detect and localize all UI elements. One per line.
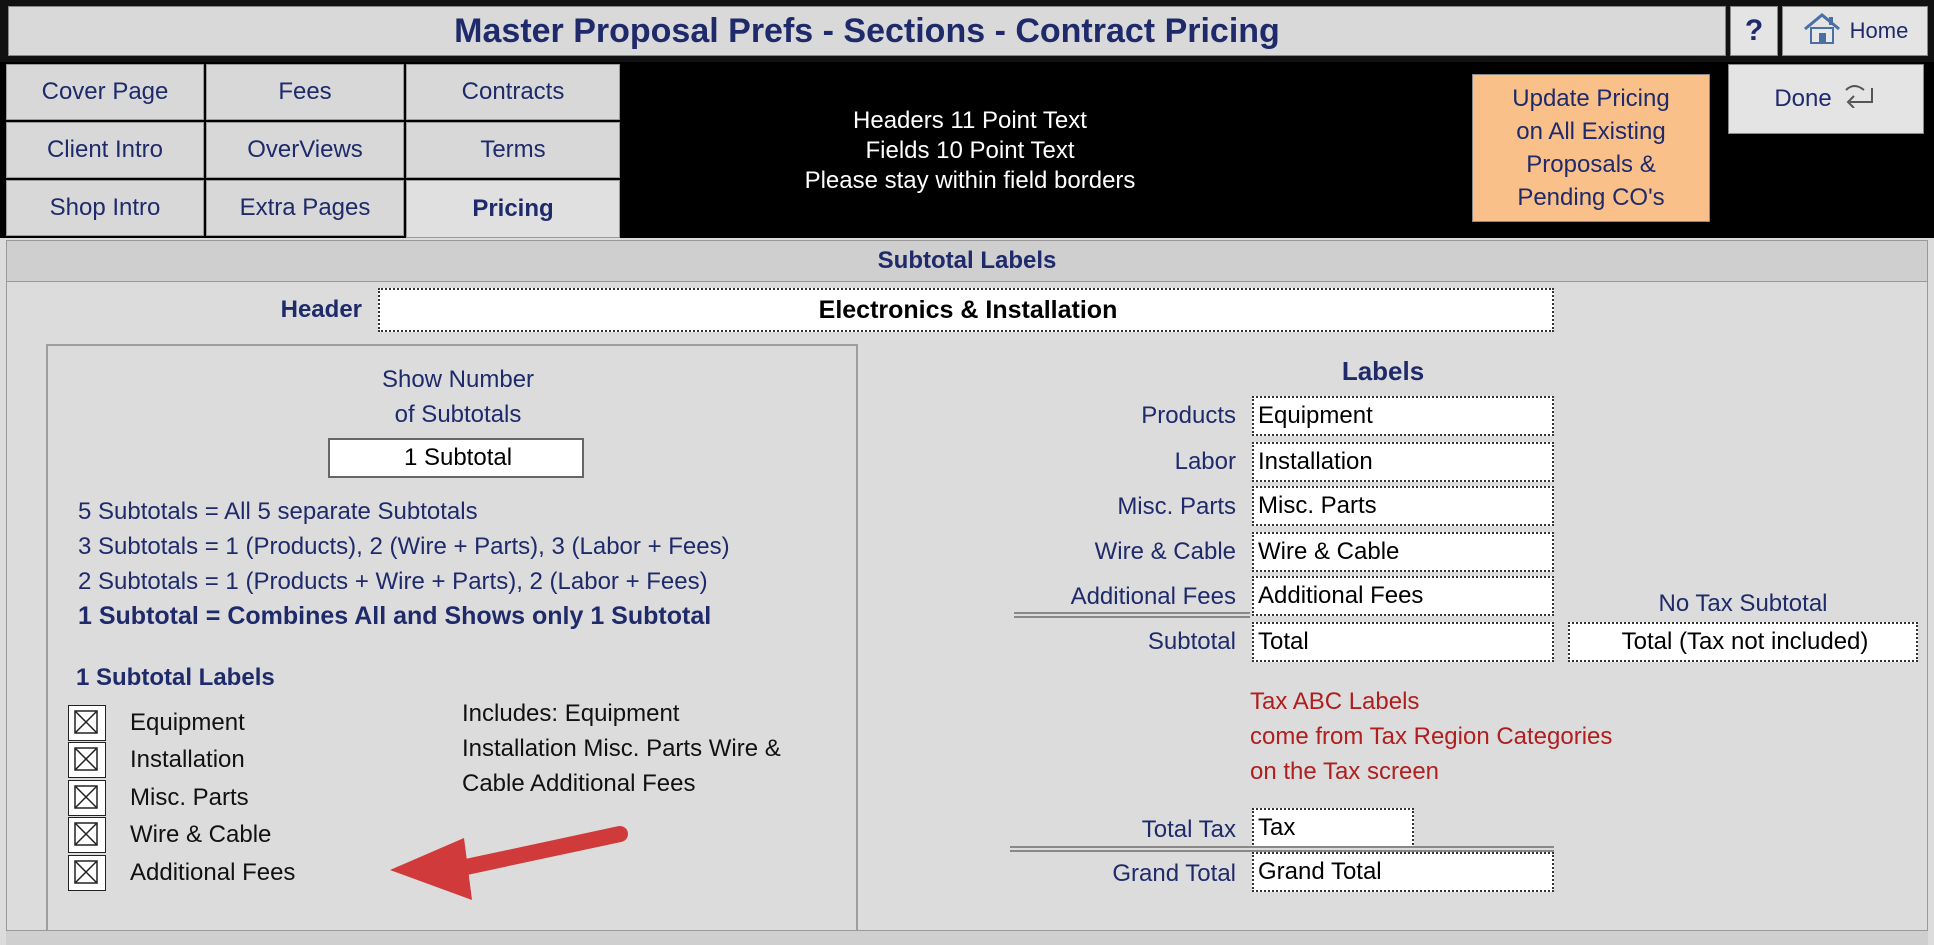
update-pricing-line-4: Pending CO's (1517, 184, 1665, 211)
subtotal-divider (1014, 612, 1250, 618)
checklist: Equipment Installation Misc. Parts Wire … (68, 704, 408, 892)
subtotal-label: Subtotal (1147, 628, 1236, 655)
notice-line-2: Fields 10 Point Text (865, 137, 1075, 164)
additional-fees-field[interactable]: Additional Fees (1252, 576, 1554, 616)
additional-fees-label: Additional Fees (1070, 583, 1236, 610)
tab-terms[interactable]: Terms (406, 122, 620, 178)
return-arrow-icon (1842, 84, 1878, 115)
tax-labels-note: Tax ABC Labels come from Tax Region Cate… (1250, 684, 1850, 789)
checkbox-checked-icon[interactable] (68, 742, 106, 779)
page-title: Master Proposal Prefs - Sections - Contr… (8, 6, 1726, 56)
one-subtotal-labels-heading: 1 Subtotal Labels (76, 664, 275, 691)
subtotal-field[interactable]: Total (1252, 622, 1554, 662)
checkbox-checked-icon[interactable] (68, 817, 106, 854)
tax-note-line-3: on the Tax screen (1250, 758, 1440, 785)
grand-total-label: Grand Total (1112, 860, 1236, 887)
checklist-label: Misc. Parts (130, 783, 249, 811)
total-tax-label: Total Tax (1141, 816, 1236, 843)
help-button[interactable]: ? (1730, 6, 1778, 56)
show-number-label-line-2: of Subtotals (394, 401, 522, 428)
tab-pricing[interactable]: Pricing (406, 180, 620, 238)
done-label: Done (1774, 85, 1832, 112)
notice-line-1: Headers 11 Point Text (853, 107, 1087, 134)
tax-note-line-2: come from Tax Region Categories (1250, 723, 1613, 750)
subtotal-count-select[interactable]: 1 Subtotal (328, 438, 584, 478)
option-2-subtotals: 2 Subtotals = 1 (Products + Wire + Parts… (78, 568, 708, 595)
home-label: Home (1849, 18, 1909, 43)
checklist-label: Wire & Cable (130, 821, 272, 849)
home-button[interactable]: Home (1782, 6, 1928, 56)
section-header-subtotal-labels: Subtotal Labels (6, 240, 1928, 282)
done-button[interactable]: Done (1728, 64, 1924, 134)
option-1-subtotal: 1 Subtotal = Combines All and Shows only… (78, 602, 712, 630)
annotation-arrow-icon (390, 826, 628, 900)
checklist-item: Wire & Cable (68, 817, 408, 855)
wire-cable-field[interactable]: Wire & Cable (1252, 532, 1554, 572)
header-field[interactable]: Electronics & Installation (378, 288, 1554, 332)
checklist-item: Installation (68, 742, 408, 780)
home-icon (1802, 11, 1842, 51)
includes-line-3: Cable Additional Fees (462, 770, 696, 797)
labels-heading: Labels (1341, 356, 1425, 386)
tab-client-intro[interactable]: Client Intro (6, 122, 204, 178)
includes-note: Includes: Equipment Installation Misc. P… (462, 696, 862, 801)
show-number-label: Show Number of Subtotals (300, 362, 616, 432)
subtotal-options-list: 5 Subtotals = All 5 separate Subtotals 3… (78, 494, 848, 634)
tab-overviews[interactable]: OverViews (206, 122, 404, 178)
includes-line-2: Installation Misc. Parts Wire & (462, 735, 781, 762)
update-pricing-line-3: Proposals & (1526, 151, 1656, 178)
update-pricing-line-2: on All Existing (1516, 118, 1666, 145)
labor-label: Labor (1174, 448, 1236, 475)
checklist-label: Equipment (130, 708, 245, 736)
grand-total-field[interactable]: Grand Total (1252, 852, 1554, 892)
products-label: Products (1141, 402, 1236, 429)
tax-note-line-1: Tax ABC Labels (1250, 688, 1420, 715)
tab-extra-pages[interactable]: Extra Pages (206, 180, 404, 236)
tab-fees[interactable]: Fees (206, 64, 404, 120)
checklist-label: Additional Fees (130, 858, 296, 886)
option-3-subtotals: 3 Subtotals = 1 (Products), 2 (Wire + Pa… (78, 533, 730, 560)
tab-contracts[interactable]: Contracts (406, 64, 620, 120)
labor-field[interactable]: Installation (1252, 442, 1554, 482)
no-tax-subtotal-field[interactable]: Total (Tax not included) (1568, 622, 1918, 662)
tab-cover-page[interactable]: Cover Page (6, 64, 204, 120)
update-pricing-button[interactable]: Update Pricing on All Existing Proposals… (1472, 74, 1710, 222)
option-5-subtotals: 5 Subtotals = All 5 separate Subtotals (78, 498, 478, 525)
checkbox-checked-icon[interactable] (68, 704, 106, 741)
checkbox-checked-icon[interactable] (68, 779, 106, 816)
checklist-label: Installation (130, 746, 245, 774)
tab-shop-intro[interactable]: Shop Intro (6, 180, 204, 236)
checklist-item: Equipment (68, 704, 408, 742)
misc-parts-label: Misc. Parts (1117, 493, 1236, 520)
header-label: Header (280, 296, 362, 323)
checklist-item: Additional Fees (68, 854, 408, 892)
show-number-label-line-1: Show Number (381, 366, 535, 393)
products-field[interactable]: Equipment (1252, 396, 1554, 436)
checkbox-checked-icon[interactable] (68, 854, 106, 891)
total-tax-field[interactable]: Tax (1252, 808, 1414, 848)
next-section-band (6, 930, 1928, 945)
notice-line-3: Please stay within field borders (804, 167, 1136, 194)
includes-line-1: Includes: Equipment (462, 700, 680, 727)
misc-parts-field[interactable]: Misc. Parts (1252, 486, 1554, 526)
update-pricing-line-1: Update Pricing (1512, 85, 1670, 112)
font-notice: Headers 11 Point Text Fields 10 Point Te… (620, 66, 1320, 236)
no-tax-subtotal-heading: No Tax Subtotal (1658, 590, 1828, 617)
wire-cable-label: Wire & Cable (1094, 538, 1236, 565)
checklist-item: Misc. Parts (68, 779, 408, 817)
